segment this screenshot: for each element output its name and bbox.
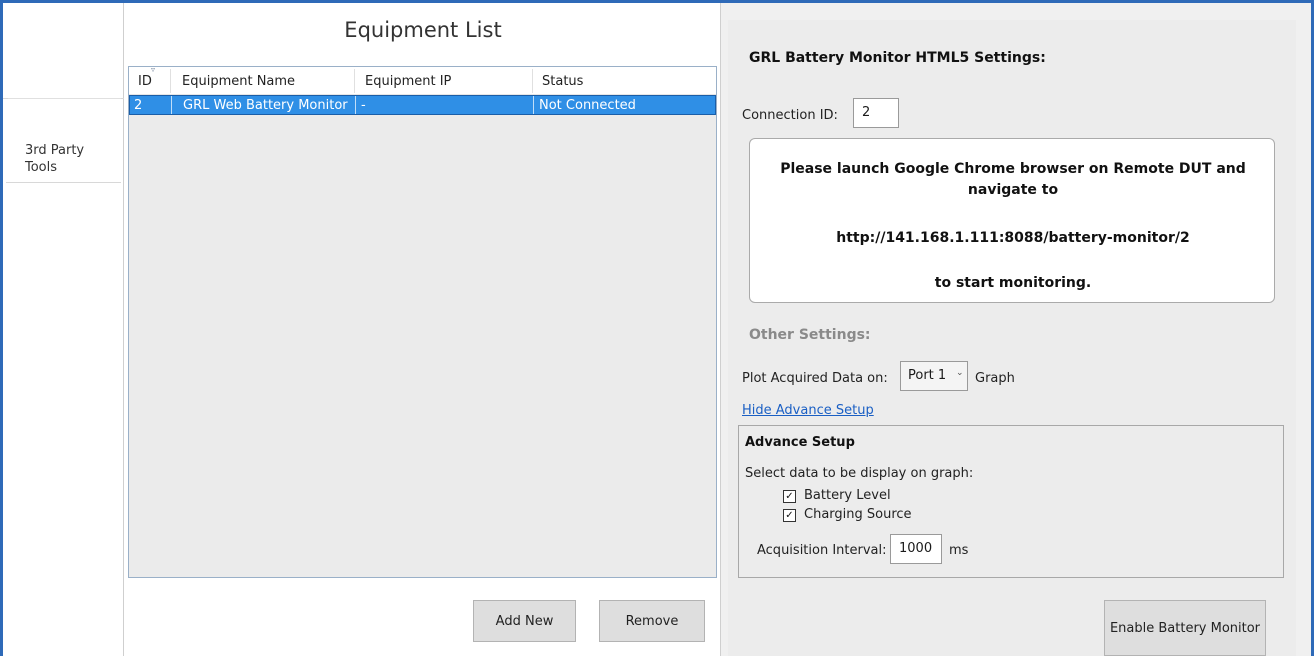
enable-battery-monitor-button[interactable]: Enable Battery Monitor: [1104, 600, 1266, 656]
instruction-text: Please launch Google Chrome browser on R…: [780, 161, 1246, 177]
cell-divider: [171, 96, 172, 114]
cell-status: Not Connected: [539, 98, 636, 113]
other-settings-title: Other Settings:: [749, 327, 871, 343]
instruction-text: to start monitoring.: [934, 275, 1092, 291]
plot-data-label: Plot Acquired Data on:: [742, 371, 888, 386]
cell-id: 2: [134, 98, 143, 113]
acquisition-interval-label: Acquisition Interval:: [757, 543, 887, 558]
advance-setup-description: Select data to be display on graph:: [745, 466, 974, 481]
column-divider[interactable]: [170, 69, 171, 93]
cell-divider: [533, 96, 534, 114]
column-divider[interactable]: [532, 69, 533, 93]
cell-equipment-name: GRL Web Battery Monitor: [183, 98, 348, 113]
column-header-status[interactable]: Status: [542, 74, 583, 89]
column-divider[interactable]: [354, 69, 355, 93]
table-empty-area[interactable]: [129, 115, 716, 577]
cell-equipment-ip: -: [361, 98, 366, 113]
nav-item-label: 3rd Party Tools: [25, 143, 85, 175]
sort-indicator-icon: ▿: [151, 65, 156, 74]
battery-level-checkbox[interactable]: ✓: [783, 490, 796, 503]
table-row[interactable]: 2 GRL Web Battery Monitor - Not Connecte…: [129, 95, 716, 115]
advance-setup-title: Advance Setup: [745, 435, 855, 450]
settings-title: GRL Battery Monitor HTML5 Settings:: [749, 50, 1046, 66]
nav-divider: [6, 182, 121, 183]
monitor-url: http://141.168.1.111:8088/battery-monito…: [836, 230, 1190, 246]
instruction-text: navigate to: [967, 182, 1059, 198]
connection-id-field[interactable]: 2: [853, 98, 899, 128]
add-new-button[interactable]: Add New: [473, 600, 576, 642]
connection-id-label: Connection ID:: [742, 108, 838, 123]
hide-advance-setup-link[interactable]: Hide Advance Setup: [742, 403, 874, 418]
cell-divider: [355, 96, 356, 114]
acquisition-interval-unit: ms: [949, 543, 969, 558]
charging-source-label: Charging Source: [804, 507, 912, 522]
equipment-list-title: Equipment List: [344, 18, 502, 42]
battery-level-label: Battery Level: [804, 488, 891, 503]
column-header-id[interactable]: ID: [138, 74, 152, 89]
column-header-equipment-name[interactable]: Equipment Name: [182, 74, 295, 89]
equipment-table: ▿ ID Equipment Name Equipment IP Status …: [128, 65, 717, 578]
graph-label: Graph: [975, 371, 1015, 386]
column-header-equipment-ip[interactable]: Equipment IP: [365, 74, 451, 89]
acquisition-interval-field[interactable]: 1000: [890, 534, 942, 564]
charging-source-checkbox[interactable]: ✓: [783, 509, 796, 522]
chevron-down-icon: ⌄: [956, 368, 964, 378]
instruction-box: Please launch Google Chrome browser on R…: [749, 138, 1275, 303]
remove-button[interactable]: Remove: [599, 600, 705, 642]
table-header: ▿ ID Equipment Name Equipment IP Status: [129, 65, 716, 95]
